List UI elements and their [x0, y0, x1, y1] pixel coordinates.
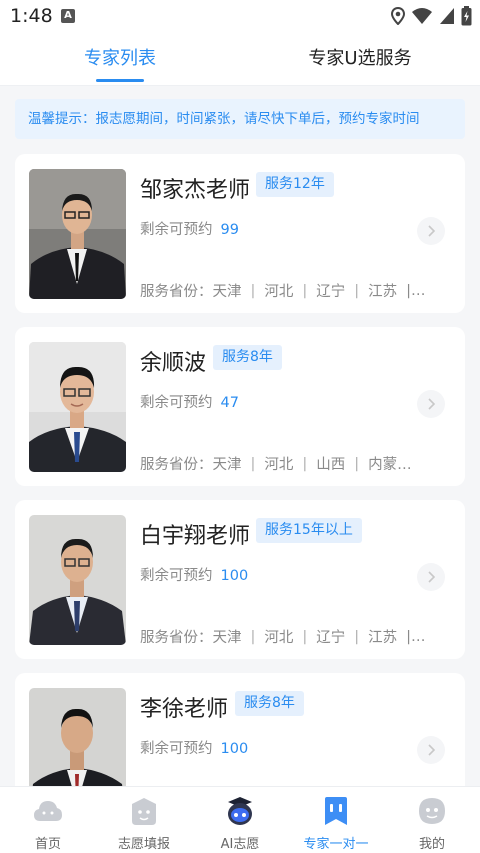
expert-photo: [29, 515, 126, 645]
chevron-right-icon[interactable]: [417, 563, 445, 591]
expert-name: 白宇翔老师: [140, 524, 251, 549]
province: 内蒙…: [368, 457, 412, 473]
separator: |: [302, 455, 308, 472]
province: 江苏: [368, 630, 398, 646]
notification-icon: A: [61, 9, 75, 23]
nav-label: AI志愿: [220, 837, 260, 852]
remaining-label: 剩余可预约: [140, 395, 213, 411]
remaining-count: 47: [220, 395, 239, 411]
remaining-label: 剩余可预约: [140, 568, 213, 584]
expert-name: 李徐老师: [140, 697, 229, 722]
chevron-right-icon[interactable]: [417, 390, 445, 418]
separator: |: [354, 628, 360, 645]
nav-ai[interactable]: AI志愿: [192, 787, 288, 853]
expert-chat-icon: [325, 797, 347, 825]
signal-icon: [440, 8, 454, 24]
ai-robot-icon: [228, 797, 252, 825]
home-cloud-icon: [34, 801, 62, 821]
expert-card[interactable]: 白宇翔老师 服务15年以上 剩余可预约 100 服务省份： 天津 | 河北 | 辽…: [15, 500, 465, 659]
expert-card[interactable]: 余顺波 服务8年 剩余可预约 47 服务省份： 天津 | 河北 | 山西 | 内蒙…: [15, 327, 465, 486]
expert-photo: [29, 342, 126, 472]
nav-label: 首页: [34, 837, 61, 852]
tab-bar: 专家列表 专家U选服务: [0, 32, 480, 86]
separator: |: [250, 455, 256, 472]
service-years-badge: 服务8年: [213, 345, 282, 370]
expert-card[interactable]: 李徐老师 服务8年 剩余可预约 100: [15, 673, 465, 793]
service-years-badge: 服务15年以上: [256, 518, 362, 543]
nav-label: 我的: [418, 837, 445, 852]
status-bar: 1:48 A: [0, 0, 480, 32]
expert-photo: [29, 169, 126, 299]
chevron-right-icon[interactable]: [417, 736, 445, 764]
separator: |: [250, 282, 256, 299]
province: 天津: [212, 284, 242, 300]
province: 江苏: [368, 284, 398, 300]
remaining-slots: 剩余可预约 100: [140, 564, 248, 585]
remaining-count: 100: [220, 568, 249, 584]
status-time: 1:48: [10, 5, 53, 27]
location-icon: [391, 7, 405, 25]
separator: |: [354, 455, 360, 472]
remaining-slots: 剩余可预约 99: [140, 218, 239, 239]
remaining-label: 剩余可预约: [140, 741, 213, 757]
expert-photo: [29, 688, 126, 793]
province: 天津: [212, 630, 242, 646]
bottom-nav: 首页 志愿填报 AI志愿 专家一对一 我的: [0, 786, 480, 853]
battery-icon: [461, 6, 472, 26]
service-years-badge: 服务12年: [256, 172, 334, 197]
service-provinces: 服务省份： 天津 | 河北 | 辽宁 | 江苏 |…: [140, 280, 426, 301]
expert-name: 余顺波: [140, 351, 207, 376]
expert-name: 邹家杰老师: [140, 178, 251, 203]
province: 辽宁: [316, 630, 346, 646]
nav-label: 志愿填报: [117, 837, 170, 852]
expert-card[interactable]: 邹家杰老师 服务12年 剩余可预约 99 服务省份： 天津 | 河北 | 辽宁 |…: [15, 154, 465, 313]
status-icons: [391, 6, 472, 26]
province-more: |…: [406, 628, 426, 645]
service-years-badge: 服务8年: [235, 691, 304, 716]
province: 天津: [212, 457, 242, 473]
province: 山西: [316, 457, 346, 473]
province: 河北: [264, 630, 294, 646]
province: 河北: [264, 284, 294, 300]
provinces-label: 服务省份：: [140, 284, 213, 300]
province: 河北: [264, 457, 294, 473]
nav-expert[interactable]: 专家一对一: [288, 787, 384, 853]
separator: |: [302, 628, 308, 645]
provinces-label: 服务省份：: [140, 457, 213, 473]
remaining-label: 剩余可预约: [140, 222, 213, 238]
provinces-label: 服务省份：: [140, 630, 213, 646]
application-icon: [132, 798, 156, 825]
separator: |: [354, 282, 360, 299]
remaining-count: 99: [220, 222, 239, 238]
separator: |: [302, 282, 308, 299]
remaining-slots: 剩余可预约 47: [140, 391, 239, 412]
nav-home[interactable]: 首页: [0, 787, 96, 853]
nav-application[interactable]: 志愿填报: [96, 787, 192, 853]
separator: |: [250, 628, 256, 645]
service-provinces: 服务省份： 天津 | 河北 | 山西 | 内蒙…: [140, 453, 412, 474]
nav-label: 专家一对一: [303, 837, 369, 852]
active-tab-indicator: [96, 79, 144, 82]
tab-expert-list[interactable]: 专家列表: [40, 32, 200, 86]
remaining-slots: 剩余可预约 100: [140, 737, 248, 758]
chevron-right-icon[interactable]: [417, 217, 445, 245]
province: 辽宁: [316, 284, 346, 300]
tab-expert-service[interactable]: 专家U选服务: [280, 32, 440, 86]
nav-profile[interactable]: 我的: [384, 787, 480, 853]
profile-icon: [419, 798, 445, 824]
service-provinces: 服务省份： 天津 | 河北 | 辽宁 | 江苏 |…: [140, 626, 426, 647]
remaining-count: 100: [220, 741, 249, 757]
province-more: |…: [406, 282, 426, 299]
notice-banner: 温馨提示：报志愿期间，时间紧张，请尽快下单后，预约专家时间: [15, 99, 465, 139]
wifi-icon: [412, 8, 432, 24]
